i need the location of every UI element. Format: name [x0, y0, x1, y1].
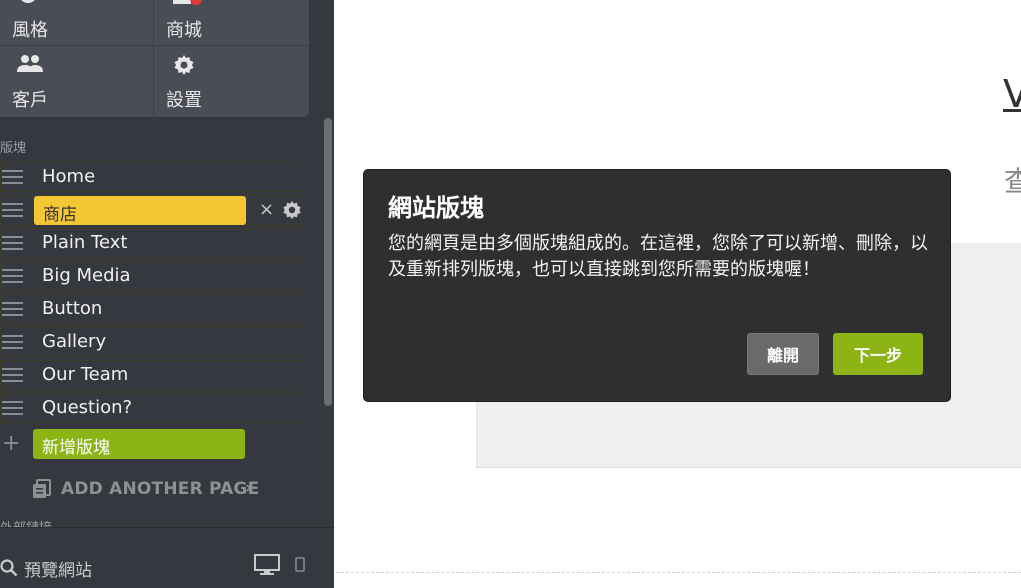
mobile-icon[interactable]: [295, 557, 307, 573]
block-label: Button: [42, 298, 103, 319]
drag-handle-icon[interactable]: [2, 368, 23, 384]
nav-grid: 風格 商城 客戶 設置: [0, 0, 309, 117]
sidebar-scrollbar[interactable]: [324, 118, 332, 406]
nav-item-customers[interactable]: 客戶: [0, 46, 150, 111]
add-block-row: + 新增版塊: [0, 429, 302, 460]
page-heading-fragment: V: [1003, 72, 1021, 116]
delete-block-icon[interactable]: ×: [259, 199, 274, 220]
block-row-shop[interactable]: 商店 ×: [0, 195, 302, 225]
block-settings-gear-icon[interactable]: [281, 199, 303, 221]
drag-handle-icon[interactable]: [2, 203, 23, 219]
nav-item-settings[interactable]: 設置: [154, 46, 304, 111]
add-block-button[interactable]: 新增版塊: [33, 429, 245, 459]
block-label: 商店: [43, 205, 77, 225]
block-row-question[interactable]: Question?: [0, 393, 302, 423]
drag-handle-icon[interactable]: [2, 170, 23, 186]
drag-handle-icon[interactable]: [2, 269, 23, 285]
gear-icon: [174, 55, 194, 75]
block-row-home[interactable]: Home: [0, 162, 302, 192]
drag-handle-icon[interactable]: [2, 335, 23, 351]
drag-handle-icon[interactable]: [2, 302, 23, 318]
tooltip-body: 您的網頁是由多個版塊組成的。在這裡，您除了可以新增、刪除，以及重新排列版塊，也可…: [388, 233, 928, 280]
drag-handle-icon[interactable]: [2, 236, 23, 252]
desktop-icon[interactable]: [254, 554, 280, 576]
next-step-button[interactable]: 下一步: [833, 333, 923, 375]
search-icon[interactable]: [0, 559, 18, 577]
page-subheading-fragment: 查: [1004, 165, 1021, 198]
add-block-label: 新增版塊: [42, 438, 110, 458]
add-another-page-link[interactable]: ADD ANOTHER PAGE ›: [32, 477, 262, 503]
block-row-big-media[interactable]: Big Media: [0, 261, 302, 291]
palette-icon: [21, 0, 35, 3]
tooltip-title: 網站版塊: [388, 194, 484, 222]
block-label: Big Media: [42, 265, 131, 286]
tour-tooltip: 網站版塊 您的網頁是由多個版塊組成的。在這裡，您除了可以新增、刪除，以及重新排列…: [364, 170, 950, 401]
block-row-button[interactable]: Button: [0, 294, 302, 324]
block-row-our-team[interactable]: Our Team: [0, 360, 302, 390]
block-row-gallery[interactable]: Gallery: [0, 327, 302, 357]
block-label: Gallery: [42, 331, 107, 352]
chevron-right-icon: ›: [245, 478, 253, 498]
block-label: Plain Text: [42, 232, 128, 253]
block-label: Our Team: [42, 364, 129, 385]
block-label: Question?: [42, 397, 133, 418]
block-row-plain-text[interactable]: Plain Text: [0, 228, 302, 258]
nav-item-label: 商城: [166, 20, 202, 41]
nav-item-label: 設置: [166, 90, 202, 111]
plus-icon[interactable]: +: [2, 431, 20, 456]
section-label-blocks: 版塊: [0, 141, 27, 156]
nav-item-store[interactable]: 商城: [154, 0, 304, 44]
store-icon: [173, 0, 202, 5]
people-icon: [17, 55, 43, 72]
drag-handle-icon[interactable]: [2, 401, 23, 417]
bottom-bar: 預覽網站: [0, 527, 334, 588]
sidebar: 風格 商城 客戶 設置 版塊 Home 商店 × Plain Text Big …: [0, 0, 334, 588]
nav-item-style[interactable]: 風格: [0, 0, 150, 44]
preview-site-link[interactable]: 預覽網站: [24, 556, 92, 581]
page-icon: [33, 479, 51, 498]
block-label: Home: [42, 166, 96, 187]
nav-item-label: 客戶: [12, 90, 48, 111]
add-page-label: ADD ANOTHER PAGE: [61, 479, 260, 499]
nav-item-label: 風格: [12, 20, 48, 41]
close-tour-button[interactable]: 離開: [747, 333, 819, 375]
section-divider: [336, 572, 1021, 573]
